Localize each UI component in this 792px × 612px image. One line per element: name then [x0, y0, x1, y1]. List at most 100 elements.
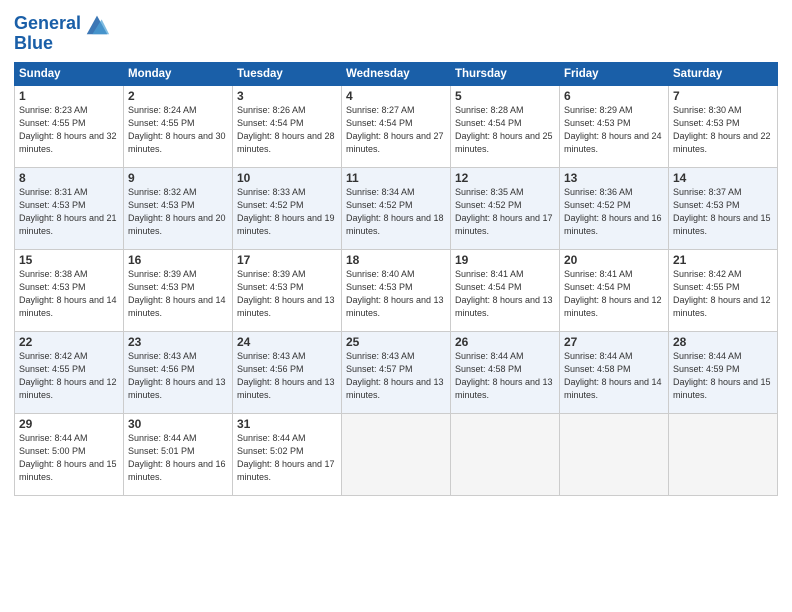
day-info: Sunrise: 8:26 AM Sunset: 4:54 PM Dayligh… [237, 104, 337, 156]
empty-cell [342, 413, 451, 495]
day-info: Sunrise: 8:30 AM Sunset: 4:53 PM Dayligh… [673, 104, 773, 156]
empty-cell [669, 413, 778, 495]
day-number: 26 [455, 335, 555, 349]
day-cell-23: 23 Sunrise: 8:43 AM Sunset: 4:56 PM Dayl… [124, 331, 233, 413]
day-info: Sunrise: 8:37 AM Sunset: 4:53 PM Dayligh… [673, 186, 773, 238]
day-number: 20 [564, 253, 664, 267]
day-cell-30: 30 Sunrise: 8:44 AM Sunset: 5:01 PM Dayl… [124, 413, 233, 495]
header-monday: Monday [124, 62, 233, 85]
day-number: 23 [128, 335, 228, 349]
day-cell-22: 22 Sunrise: 8:42 AM Sunset: 4:55 PM Dayl… [15, 331, 124, 413]
day-number: 27 [564, 335, 664, 349]
day-cell-5: 5 Sunrise: 8:28 AM Sunset: 4:54 PM Dayli… [451, 85, 560, 167]
week-row-5: 29 Sunrise: 8:44 AM Sunset: 5:00 PM Dayl… [15, 413, 778, 495]
empty-cell [560, 413, 669, 495]
day-info: Sunrise: 8:43 AM Sunset: 4:56 PM Dayligh… [128, 350, 228, 402]
day-info: Sunrise: 8:33 AM Sunset: 4:52 PM Dayligh… [237, 186, 337, 238]
day-number: 24 [237, 335, 337, 349]
day-number: 22 [19, 335, 119, 349]
day-number: 18 [346, 253, 446, 267]
day-info: Sunrise: 8:34 AM Sunset: 4:52 PM Dayligh… [346, 186, 446, 238]
day-cell-25: 25 Sunrise: 8:43 AM Sunset: 4:57 PM Dayl… [342, 331, 451, 413]
header: General Blue [14, 10, 778, 54]
day-cell-20: 20 Sunrise: 8:41 AM Sunset: 4:54 PM Dayl… [560, 249, 669, 331]
week-row-1: 1 Sunrise: 8:23 AM Sunset: 4:55 PM Dayli… [15, 85, 778, 167]
day-number: 9 [128, 171, 228, 185]
day-number: 31 [237, 417, 337, 431]
day-cell-27: 27 Sunrise: 8:44 AM Sunset: 4:58 PM Dayl… [560, 331, 669, 413]
day-info: Sunrise: 8:43 AM Sunset: 4:56 PM Dayligh… [237, 350, 337, 402]
day-cell-24: 24 Sunrise: 8:43 AM Sunset: 4:56 PM Dayl… [233, 331, 342, 413]
day-cell-3: 3 Sunrise: 8:26 AM Sunset: 4:54 PM Dayli… [233, 85, 342, 167]
day-cell-17: 17 Sunrise: 8:39 AM Sunset: 4:53 PM Dayl… [233, 249, 342, 331]
day-number: 17 [237, 253, 337, 267]
day-cell-4: 4 Sunrise: 8:27 AM Sunset: 4:54 PM Dayli… [342, 85, 451, 167]
day-number: 6 [564, 89, 664, 103]
header-row: SundayMondayTuesdayWednesdayThursdayFrid… [15, 62, 778, 85]
day-number: 29 [19, 417, 119, 431]
day-info: Sunrise: 8:43 AM Sunset: 4:57 PM Dayligh… [346, 350, 446, 402]
day-info: Sunrise: 8:41 AM Sunset: 4:54 PM Dayligh… [564, 268, 664, 320]
header-thursday: Thursday [451, 62, 560, 85]
day-cell-2: 2 Sunrise: 8:24 AM Sunset: 4:55 PM Dayli… [124, 85, 233, 167]
page-container: General Blue SundayMondayTuesdayWednesda… [0, 0, 792, 504]
logo: General Blue [14, 10, 111, 54]
day-info: Sunrise: 8:35 AM Sunset: 4:52 PM Dayligh… [455, 186, 555, 238]
day-cell-18: 18 Sunrise: 8:40 AM Sunset: 4:53 PM Dayl… [342, 249, 451, 331]
day-number: 19 [455, 253, 555, 267]
day-number: 7 [673, 89, 773, 103]
day-number: 3 [237, 89, 337, 103]
day-info: Sunrise: 8:29 AM Sunset: 4:53 PM Dayligh… [564, 104, 664, 156]
week-row-2: 8 Sunrise: 8:31 AM Sunset: 4:53 PM Dayli… [15, 167, 778, 249]
logo-icon [83, 10, 111, 38]
calendar-table: SundayMondayTuesdayWednesdayThursdayFrid… [14, 62, 778, 496]
day-info: Sunrise: 8:42 AM Sunset: 4:55 PM Dayligh… [19, 350, 119, 402]
day-info: Sunrise: 8:39 AM Sunset: 4:53 PM Dayligh… [128, 268, 228, 320]
day-info: Sunrise: 8:44 AM Sunset: 4:59 PM Dayligh… [673, 350, 773, 402]
day-cell-10: 10 Sunrise: 8:33 AM Sunset: 4:52 PM Dayl… [233, 167, 342, 249]
day-info: Sunrise: 8:39 AM Sunset: 4:53 PM Dayligh… [237, 268, 337, 320]
header-friday: Friday [560, 62, 669, 85]
day-info: Sunrise: 8:38 AM Sunset: 4:53 PM Dayligh… [19, 268, 119, 320]
day-number: 21 [673, 253, 773, 267]
day-number: 15 [19, 253, 119, 267]
day-cell-28: 28 Sunrise: 8:44 AM Sunset: 4:59 PM Dayl… [669, 331, 778, 413]
day-cell-14: 14 Sunrise: 8:37 AM Sunset: 4:53 PM Dayl… [669, 167, 778, 249]
day-number: 8 [19, 171, 119, 185]
day-info: Sunrise: 8:23 AM Sunset: 4:55 PM Dayligh… [19, 104, 119, 156]
empty-cell [451, 413, 560, 495]
day-cell-29: 29 Sunrise: 8:44 AM Sunset: 5:00 PM Dayl… [15, 413, 124, 495]
day-cell-31: 31 Sunrise: 8:44 AM Sunset: 5:02 PM Dayl… [233, 413, 342, 495]
header-wednesday: Wednesday [342, 62, 451, 85]
day-cell-19: 19 Sunrise: 8:41 AM Sunset: 4:54 PM Dayl… [451, 249, 560, 331]
day-number: 16 [128, 253, 228, 267]
day-info: Sunrise: 8:41 AM Sunset: 4:54 PM Dayligh… [455, 268, 555, 320]
day-info: Sunrise: 8:31 AM Sunset: 4:53 PM Dayligh… [19, 186, 119, 238]
day-cell-13: 13 Sunrise: 8:36 AM Sunset: 4:52 PM Dayl… [560, 167, 669, 249]
day-number: 1 [19, 89, 119, 103]
day-cell-6: 6 Sunrise: 8:29 AM Sunset: 4:53 PM Dayli… [560, 85, 669, 167]
day-cell-8: 8 Sunrise: 8:31 AM Sunset: 4:53 PM Dayli… [15, 167, 124, 249]
day-cell-15: 15 Sunrise: 8:38 AM Sunset: 4:53 PM Dayl… [15, 249, 124, 331]
day-number: 12 [455, 171, 555, 185]
week-row-4: 22 Sunrise: 8:42 AM Sunset: 4:55 PM Dayl… [15, 331, 778, 413]
day-cell-7: 7 Sunrise: 8:30 AM Sunset: 4:53 PM Dayli… [669, 85, 778, 167]
day-cell-11: 11 Sunrise: 8:34 AM Sunset: 4:52 PM Dayl… [342, 167, 451, 249]
day-info: Sunrise: 8:44 AM Sunset: 4:58 PM Dayligh… [564, 350, 664, 402]
day-info: Sunrise: 8:32 AM Sunset: 4:53 PM Dayligh… [128, 186, 228, 238]
header-saturday: Saturday [669, 62, 778, 85]
day-info: Sunrise: 8:44 AM Sunset: 4:58 PM Dayligh… [455, 350, 555, 402]
day-number: 4 [346, 89, 446, 103]
day-number: 13 [564, 171, 664, 185]
day-number: 5 [455, 89, 555, 103]
day-info: Sunrise: 8:44 AM Sunset: 5:02 PM Dayligh… [237, 432, 337, 484]
day-number: 11 [346, 171, 446, 185]
day-info: Sunrise: 8:44 AM Sunset: 5:00 PM Dayligh… [19, 432, 119, 484]
day-info: Sunrise: 8:27 AM Sunset: 4:54 PM Dayligh… [346, 104, 446, 156]
day-info: Sunrise: 8:24 AM Sunset: 4:55 PM Dayligh… [128, 104, 228, 156]
day-info: Sunrise: 8:42 AM Sunset: 4:55 PM Dayligh… [673, 268, 773, 320]
day-info: Sunrise: 8:44 AM Sunset: 5:01 PM Dayligh… [128, 432, 228, 484]
day-number: 2 [128, 89, 228, 103]
day-cell-9: 9 Sunrise: 8:32 AM Sunset: 4:53 PM Dayli… [124, 167, 233, 249]
day-number: 30 [128, 417, 228, 431]
